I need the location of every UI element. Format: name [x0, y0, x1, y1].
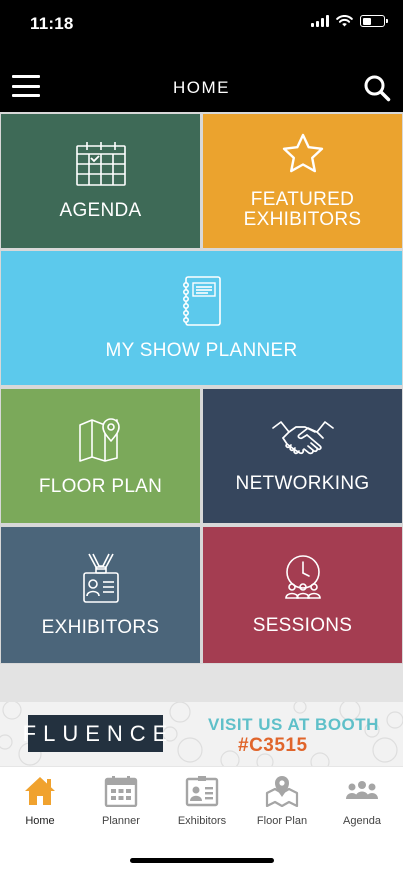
home-indicator [130, 858, 274, 863]
people-icon [346, 781, 378, 799]
banner-headline: VISIT US AT BOOTH [208, 715, 379, 734]
id-card-icon [185, 776, 219, 807]
tab-planner[interactable]: Planner [81, 775, 161, 827]
tile-sessions[interactable]: SESSIONS [203, 527, 402, 663]
cellular-signal-icon [311, 15, 329, 27]
home-icon [25, 777, 55, 805]
tile-label: SESSIONS [252, 615, 353, 636]
tab-agenda[interactable]: Agenda [322, 775, 402, 827]
tile-featured-exhibitors[interactable]: FEATURED EXHIBITORS [203, 114, 402, 248]
handshake-icon [271, 421, 334, 455]
status-bar: 11:18 [0, 0, 403, 50]
page-title: HOME [173, 78, 230, 97]
tab-label: Floor Plan [256, 815, 308, 827]
tile-my-show-planner[interactable]: MY SHOW PLANNER [1, 251, 402, 385]
fluence-logo: FLUENCE [23, 715, 167, 752]
calendar-icon [75, 142, 126, 186]
tile-label: MY SHOW PLANNER [105, 340, 298, 361]
battery-icon [360, 15, 388, 27]
tile-label: FEATURED EXHIBITORS [243, 189, 362, 230]
tile-exhibitors[interactable]: EXHIBITORS [1, 527, 200, 663]
wifi-icon [336, 15, 353, 27]
tile-networking[interactable]: NETWORKING [203, 389, 402, 523]
content-spacer [0, 664, 403, 702]
map-pin-icon [265, 776, 299, 807]
nav-bar: HOME [0, 50, 403, 112]
map-pin-icon [78, 418, 120, 462]
sponsor-banner[interactable]: FLUENCE VISIT US AT BOOTH #C3515 [0, 702, 403, 766]
tile-label: AGENDA [59, 200, 142, 221]
calendar-grid-icon [104, 776, 138, 807]
home-tile-grid: AGENDA FEATURED EXHIBITORS MY SHOW PLANN… [0, 112, 403, 664]
status-icons [311, 15, 388, 27]
tab-label: Exhibitors [177, 815, 227, 827]
tab-home[interactable]: Home [0, 775, 80, 827]
tile-floor-plan[interactable]: FLOOR PLAN [1, 389, 200, 523]
notebook-icon [182, 276, 221, 326]
tab-label: Planner [102, 815, 140, 827]
search-icon[interactable] [363, 74, 391, 102]
sessions-clock-icon [284, 555, 321, 599]
tab-floor-plan[interactable]: Floor Plan [242, 775, 322, 827]
bottom-tab-bar: Home Planner Exhibitors Floor Plan Agend… [0, 766, 403, 872]
tile-label: FLOOR PLAN [38, 476, 163, 497]
star-icon [282, 133, 323, 173]
tab-label: Home [25, 815, 55, 827]
tile-label: NETWORKING [235, 473, 370, 494]
tab-exhibitors[interactable]: Exhibitors [162, 775, 242, 827]
tile-agenda[interactable]: AGENDA [1, 114, 200, 248]
badge-icon [82, 553, 119, 603]
tab-label: Agenda [343, 815, 381, 827]
booth-number: #C3515 [238, 735, 308, 756]
status-time: 11:18 [30, 14, 74, 33]
tile-label: EXHIBITORS [41, 617, 160, 638]
